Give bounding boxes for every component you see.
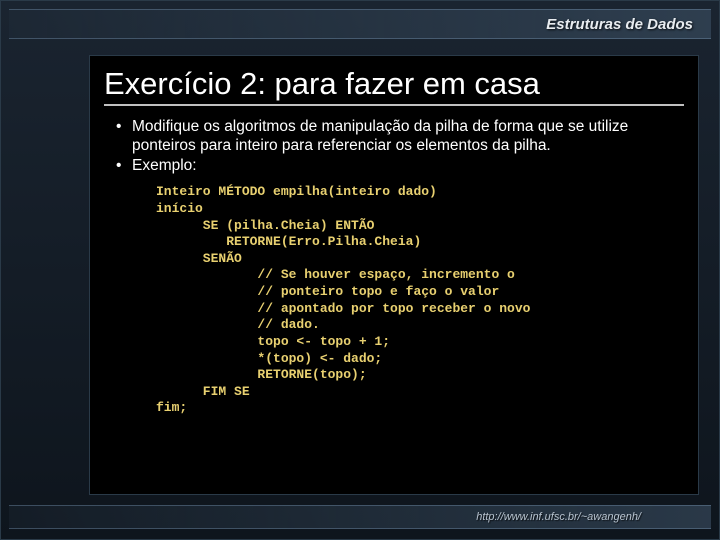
bullet-item: Exemplo: [116, 157, 684, 176]
code-block: Inteiro MÉTODO empilha(inteiro dado) iní… [104, 182, 684, 417]
header-bar: Estruturas de Dados [9, 9, 711, 39]
bullet-list: Modifique os algoritmos de manipulação d… [104, 118, 684, 177]
footer-bar: http://www.inf.ufsc.br/~awangenh/ [9, 505, 711, 529]
bullet-item: Modifique os algoritmos de manipulação d… [116, 118, 684, 156]
slide: Estruturas de Dados Exercício 2: para fa… [0, 0, 720, 540]
slide-title: Exercício 2: para fazer em casa [104, 66, 684, 106]
header-title: Estruturas de Dados [546, 16, 693, 33]
content-box: Exercício 2: para fazer em casa Modifiqu… [89, 55, 699, 495]
footer-url: http://www.inf.ufsc.br/~awangenh/ [476, 511, 641, 523]
